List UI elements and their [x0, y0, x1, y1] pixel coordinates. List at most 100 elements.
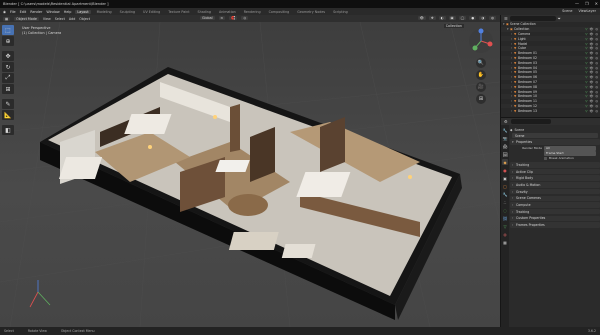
proportional-edit-icon[interactable]: ◎: [241, 16, 249, 20]
filter-icon[interactable]: ⏷: [558, 16, 561, 21]
property-panel-header[interactable]: › Audio & Motion: [510, 182, 600, 188]
viewport-menu-select[interactable]: Select: [55, 17, 65, 21]
workspace-tab-shading[interactable]: Shading: [196, 10, 213, 14]
workspace-tab-compositing[interactable]: Compositing: [267, 10, 292, 14]
render-toggle-icon[interactable]: ◎: [595, 109, 598, 113]
pan-icon[interactable]: ✋: [476, 70, 486, 80]
outliner-row[interactable]: › ▼ Bedroom 05 ▽ 👁 ◎: [501, 70, 600, 75]
texture-tab-icon[interactable]: ▦: [502, 239, 508, 245]
menu-file[interactable]: File: [10, 10, 16, 14]
overlay-icon[interactable]: ◐: [438, 16, 446, 20]
workspace-tab-layout[interactable]: Layout: [75, 9, 91, 14]
property-panel-header[interactable]: › Tracking: [510, 208, 600, 215]
render-toggle-icon[interactable]: ◎: [595, 51, 598, 55]
eye-icon[interactable]: 👁: [590, 66, 594, 70]
outliner-row[interactable]: › ▼ Bedroom 11 ▽ 👁 ◎: [501, 99, 600, 104]
data-tab-icon[interactable]: ▽: [502, 223, 508, 229]
outliner-row[interactable]: › ▼ Bedroom 06 ▽ 👁 ◎: [501, 74, 600, 80]
modifier-tab-icon[interactable]: 🔧: [502, 191, 508, 197]
scale-tool[interactable]: ⤢: [2, 73, 14, 83]
outliner-row[interactable]: › ▼ Bedroom 09 ▽ 👁 ◎: [501, 89, 600, 94]
ortho-toggle-icon[interactable]: ⊞: [476, 94, 486, 104]
minimize-button[interactable]: —: [575, 1, 579, 6]
material-shading-icon[interactable]: ◑: [479, 16, 487, 20]
render-mode-dropdown[interactable]: All: [544, 146, 596, 151]
outliner-row[interactable]: › ▼ Model ▽ 👁 ◎: [501, 41, 600, 46]
render-tab-icon[interactable]: 📷: [502, 135, 508, 141]
eye-icon[interactable]: 👁: [590, 75, 594, 79]
collection-tab-icon[interactable]: ▣: [502, 175, 508, 181]
render-toggle-icon[interactable]: ◎: [595, 32, 598, 36]
workspace-tab-animation[interactable]: Animation: [217, 10, 238, 14]
property-panel-header[interactable]: › Custom Properties: [510, 215, 600, 222]
particles-tab-icon[interactable]: ∴: [502, 199, 508, 205]
outliner-row[interactable]: › ▼ Bedroom 08 ▽ 👁 ◎: [501, 84, 600, 90]
render-toggle-icon[interactable]: ◎: [595, 46, 598, 50]
blender-logo-icon[interactable]: ◉: [3, 10, 6, 14]
snap-icon[interactable]: 🧲: [229, 16, 238, 20]
viewport-menu-object[interactable]: Object: [79, 17, 90, 21]
outliner-row[interactable]: › ▼ Bedroom 02 ▽ 👁 ◎: [501, 55, 600, 61]
eye-icon[interactable]: 👁: [590, 85, 594, 89]
eye-icon[interactable]: 👁: [590, 104, 594, 108]
outliner-row[interactable]: › ▼ Bedroom 03 ▽ 👁 ◎: [501, 60, 600, 65]
outliner-row[interactable]: › ▼ Light ▽ 👁 ◎: [501, 36, 600, 42]
view-layer-tab-icon[interactable]: 🖼: [502, 151, 508, 157]
measure-tool[interactable]: 📐: [2, 110, 14, 120]
outliner-search-input[interactable]: [509, 16, 556, 21]
xray-icon[interactable]: ▣: [448, 16, 456, 20]
eye-icon[interactable]: 👁: [590, 80, 594, 84]
render-toggle-icon[interactable]: ◎: [595, 37, 598, 41]
render-toggle-icon[interactable]: ◎: [595, 70, 598, 74]
outliner-row[interactable]: › ▼ Bedroom 07 ▽ 👁 ◎: [501, 80, 600, 85]
render-toggle-icon[interactable]: ◎: [595, 80, 598, 84]
transform-orientation-dropdown[interactable]: Global: [200, 16, 215, 20]
view-layer-selector[interactable]: ViewLayer: [579, 9, 597, 13]
render-toggle-icon[interactable]: ◎: [595, 90, 598, 94]
eye-icon[interactable]: 👁: [590, 56, 594, 60]
output-tab-icon[interactable]: 🖨: [502, 143, 508, 149]
render-toggle-icon[interactable]: ◎: [595, 66, 598, 70]
editor-type-icon[interactable]: ▦: [3, 16, 11, 21]
menu-help[interactable]: Help: [64, 10, 72, 14]
object-mode-dropdown[interactable]: Object Mode: [14, 16, 39, 21]
eye-icon[interactable]: 👁: [590, 109, 594, 113]
outliner-editor-icon[interactable]: ☰: [504, 16, 508, 21]
viewport-menu-view[interactable]: View: [43, 17, 51, 21]
break-animation-checkbox[interactable]: [544, 156, 547, 160]
property-panel-header[interactable]: › Frames Properties: [510, 222, 600, 228]
eye-icon[interactable]: 👁: [590, 27, 594, 31]
eye-icon[interactable]: 👁: [590, 32, 594, 36]
property-panel-header[interactable]: › Active Clip: [510, 168, 600, 175]
scene-datablock-field[interactable]: Scene: [512, 133, 598, 138]
select-box-tool[interactable]: ⬚: [2, 25, 14, 35]
eye-icon[interactable]: 👁: [590, 46, 594, 50]
eye-icon[interactable]: 👁: [590, 42, 594, 46]
material-tab-icon[interactable]: ◍: [502, 231, 508, 237]
close-button[interactable]: ✕: [595, 1, 598, 6]
render-toggle-icon[interactable]: ◎: [595, 104, 598, 108]
scene-selector[interactable]: Scene: [562, 9, 572, 13]
properties-search-input[interactable]: [510, 119, 551, 124]
rotate-tool[interactable]: ↻: [2, 62, 14, 72]
scene-tab-icon[interactable]: ◆: [502, 159, 508, 165]
annotate-tool[interactable]: ✎: [2, 99, 14, 109]
menu-window[interactable]: Window: [46, 10, 59, 14]
menu-render[interactable]: Render: [30, 10, 42, 14]
property-panel-header[interactable]: › Scene Cameras: [510, 195, 600, 201]
panel-properties[interactable]: ▾ Properties: [510, 139, 600, 145]
move-tool[interactable]: ✥: [2, 51, 14, 61]
outliner-row[interactable]: ▾ ▣ Collection ▽ 👁 ◎: [501, 26, 600, 32]
outliner-row[interactable]: › ▼ Camera ▽ 👁 ◎: [501, 32, 600, 37]
workspace-tab-scripting[interactable]: Scripting: [331, 10, 350, 14]
outliner-row[interactable]: › ▼ Bedroom 01 ▽ 👁 ◎: [501, 51, 600, 56]
navigation-gizmo[interactable]: [468, 28, 494, 54]
gizmo-icon[interactable]: ✥: [428, 16, 436, 20]
tool-tab-icon[interactable]: 🔧: [502, 127, 508, 133]
outliner-row[interactable]: ▾ ▣ Scene Collection: [501, 22, 600, 27]
eye-icon[interactable]: 👁: [590, 94, 594, 98]
render-toggle-icon[interactable]: ◎: [595, 94, 598, 98]
menu-edit[interactable]: Edit: [20, 10, 27, 14]
outliner-row[interactable]: › ▼ Bedroom 10 ▽ 👁 ◎: [501, 93, 600, 99]
property-panel-header[interactable]: › Compute: [510, 202, 600, 208]
